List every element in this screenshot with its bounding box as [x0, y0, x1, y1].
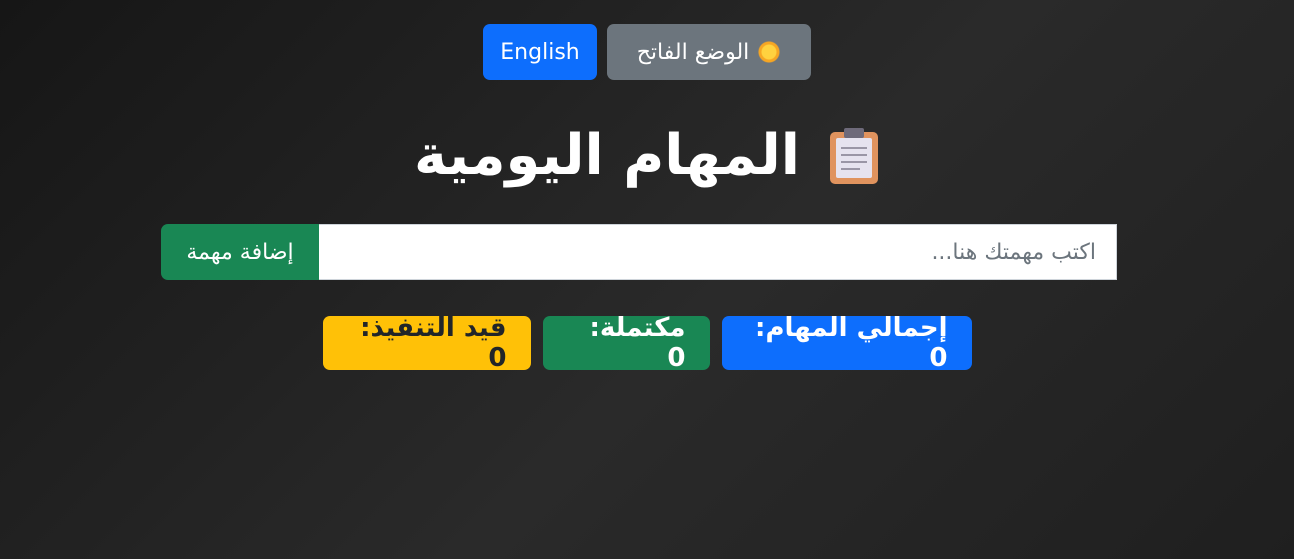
sun-icon [757, 40, 782, 64]
page-title: المهام اليومية [0, 120, 1294, 192]
theme-toggle-label: الوضع الفاتح [636, 39, 750, 65]
total-tasks-badge: إجمالي المهام: 0 [721, 313, 972, 373]
pending-tasks-badge: قيد التنفيذ: 0 [322, 313, 531, 373]
task-stats: إجمالي المهام: 0 مكتملة: 0 قيد التنفيذ: … [0, 313, 1294, 373]
language-toggle-button[interactable]: English [483, 24, 597, 80]
clipboard-icon [828, 126, 880, 186]
task-input[interactable] [319, 224, 1117, 280]
add-task-button[interactable]: إضافة مهمة [161, 224, 319, 280]
top-controls: English الوضع الفاتح [0, 24, 1294, 80]
theme-toggle-button[interactable]: الوضع الفاتح [607, 24, 811, 80]
page-title-text: المهام اليومية [414, 123, 800, 188]
completed-tasks-badge: مكتملة: 0 [542, 313, 710, 373]
add-task-form: إضافة مهمة [161, 224, 1117, 280]
